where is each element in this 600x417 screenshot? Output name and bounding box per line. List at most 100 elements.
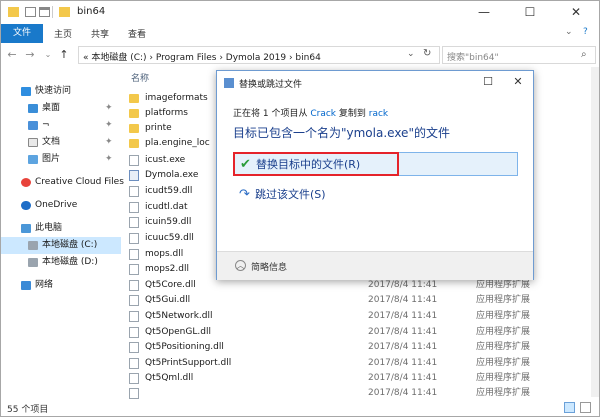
ribbon-tabs: 文件 主页 共享 查看 ⌄ ?: [1, 24, 599, 43]
computer-icon: [21, 224, 31, 233]
file-icon: [129, 186, 139, 197]
sidebar-item-pictures[interactable]: 图片 ✦: [1, 151, 121, 168]
star-icon: [21, 87, 31, 96]
forward-arrow-icon[interactable]: →: [23, 47, 37, 63]
file-icon: [129, 233, 139, 244]
network-icon: [21, 281, 31, 290]
copy-progress-text: 正在将 1 个项目从 Crack 复制到 rack: [233, 109, 389, 119]
help-icon[interactable]: ?: [583, 27, 588, 37]
documents-icon: [28, 138, 38, 147]
sidebar-item-this-pc[interactable]: 此电脑: [1, 220, 121, 237]
title-separator: [52, 6, 53, 18]
sidebar-item-drive-d[interactable]: 本地磁盘 (D:): [1, 254, 121, 271]
dialog-footer: ︿ 简略信息: [217, 251, 533, 280]
pictures-icon: [28, 155, 38, 164]
up-arrow-icon[interactable]: ↑: [57, 47, 71, 63]
sidebar-item-quick-access[interactable]: 快速访问: [1, 83, 121, 100]
highlight-box: [233, 152, 399, 176]
sidebar-item-drive-c[interactable]: 本地磁盘 (C:): [1, 237, 121, 254]
file-icon: [129, 264, 139, 275]
pin-icon[interactable]: ✦: [105, 117, 113, 134]
window-title: bin64: [77, 6, 106, 17]
title-bar: bin64 — ☐ ✕: [1, 1, 599, 24]
pin-icon[interactable]: ✦: [105, 134, 113, 151]
list-item[interactable]: Qt5Gui.dll 2017/8/4 11:41 应用程序扩展: [123, 293, 599, 308]
search-placeholder: 搜索"bin64": [447, 53, 499, 63]
file-icon: [129, 373, 139, 384]
file-icon: [129, 311, 139, 322]
back-arrow-icon[interactable]: ←: [5, 47, 19, 63]
onedrive-icon: [21, 201, 31, 210]
application-icon: [129, 170, 139, 181]
address-path: « 本地磁盘 (C:) › Program Files › Dymola 201…: [83, 53, 321, 63]
quick-access-icon[interactable]: [39, 7, 50, 17]
source-folder-link[interactable]: Crack: [310, 109, 336, 119]
creative-cloud-icon: [21, 178, 31, 187]
file-icon: [129, 295, 139, 306]
navigation-pane: 快速访问 桌面 ✦ ¬ ✦ 文档 ✦ 图片 ✦ Creative Cloud F…: [1, 67, 124, 397]
folder-icon: [129, 139, 139, 148]
checkbox-icon[interactable]: [25, 7, 36, 17]
list-item[interactable]: Qt5Positioning.dll 2017/8/4 11:41 应用程序扩展: [123, 340, 599, 355]
file-icon: [129, 358, 139, 369]
file-icon: [129, 280, 139, 291]
pin-icon[interactable]: ✦: [105, 151, 113, 168]
sidebar-item-desktop[interactable]: 桌面 ✦: [1, 100, 121, 117]
list-item[interactable]: Qt5Core.dll 2017/8/4 11:41 应用程序扩展: [123, 278, 599, 293]
sidebar-item-creative-cloud[interactable]: Creative Cloud Files: [1, 174, 124, 191]
folder-icon: [129, 94, 139, 103]
list-item[interactable]: Qt5Qml.dll 2017/8/4 11:41 应用程序扩展: [123, 371, 599, 386]
sidebar-item-onedrive[interactable]: OneDrive: [1, 197, 121, 214]
list-item[interactable]: Qt5Network.dll 2017/8/4 11:41 应用程序扩展: [123, 309, 599, 324]
tab-home[interactable]: 主页: [54, 27, 72, 40]
address-bar[interactable]: « 本地磁盘 (C:) › Program Files › Dymola 201…: [78, 46, 440, 64]
folder-icon: [129, 109, 139, 118]
desktop-icon: [28, 104, 38, 113]
dialog-title: 替换或跳过文件: [239, 80, 303, 90]
drive-icon: [28, 241, 38, 250]
status-bar: 55 个项目: [1, 398, 599, 417]
sidebar-item-network[interactable]: 网络: [1, 277, 121, 294]
chevron-down-icon[interactable]: ⌄: [565, 27, 573, 37]
details-view-icon[interactable]: [564, 402, 575, 413]
maximize-button[interactable]: ☐: [507, 1, 553, 24]
vertical-scrollbar[interactable]: [591, 67, 599, 397]
search-input[interactable]: 搜索"bin64" ⌕: [442, 46, 596, 64]
list-item[interactable]: Qt5OpenGL.dll 2017/8/4 11:41 应用程序扩展: [123, 325, 599, 340]
recent-chevron-icon[interactable]: ⌄: [41, 47, 55, 63]
close-button[interactable]: ✕: [553, 1, 599, 24]
file-icon: [129, 327, 139, 338]
copy-icon: [224, 78, 234, 88]
sidebar-item-documents[interactable]: 文档 ✦: [1, 134, 121, 151]
item-count: 55 个项目: [7, 405, 49, 415]
list-item[interactable]: Qt5PrintSupport.dll 2017/8/4 11:41 应用程序扩展: [123, 356, 599, 371]
destination-folder-link[interactable]: rack: [369, 109, 388, 119]
minimize-button[interactable]: —: [461, 1, 507, 24]
tab-view[interactable]: 查看: [128, 27, 146, 40]
sidebar-item-downloads[interactable]: ¬ ✦: [1, 117, 121, 134]
dialog-close-button[interactable]: ✕: [503, 71, 533, 93]
column-header-name[interactable]: 名称: [131, 71, 149, 84]
refresh-icon[interactable]: ↻: [423, 48, 431, 59]
folder-icon: [8, 7, 19, 17]
file-icon: [129, 155, 139, 166]
tab-file[interactable]: 文件: [1, 24, 43, 43]
folder-icon: [129, 124, 139, 133]
fewer-details-toggle[interactable]: 简略信息: [251, 260, 287, 273]
download-icon: [28, 121, 38, 130]
large-icons-view-icon[interactable]: [580, 402, 591, 413]
folder-icon: [59, 7, 70, 17]
search-icon[interactable]: ⌕: [581, 49, 587, 60]
file-icon: [129, 249, 139, 260]
chevron-down-icon[interactable]: ⌄: [407, 49, 415, 59]
file-icon: [129, 342, 139, 353]
file-icon: [129, 217, 139, 228]
pin-icon[interactable]: ✦: [105, 100, 113, 117]
skip-files-option[interactable]: ↷ 跳过该文件(S): [233, 183, 518, 207]
tab-share[interactable]: 共享: [91, 27, 109, 40]
chevron-up-icon[interactable]: ︿: [235, 260, 246, 271]
file-icon: [129, 202, 139, 213]
skip-arrow-icon: ↷: [239, 187, 250, 202]
navigation-row: ← → ⌄ ↑ « 本地磁盘 (C:) › Program Files › Dy…: [1, 44, 599, 66]
dialog-maximize-button[interactable]: ☐: [473, 71, 503, 93]
